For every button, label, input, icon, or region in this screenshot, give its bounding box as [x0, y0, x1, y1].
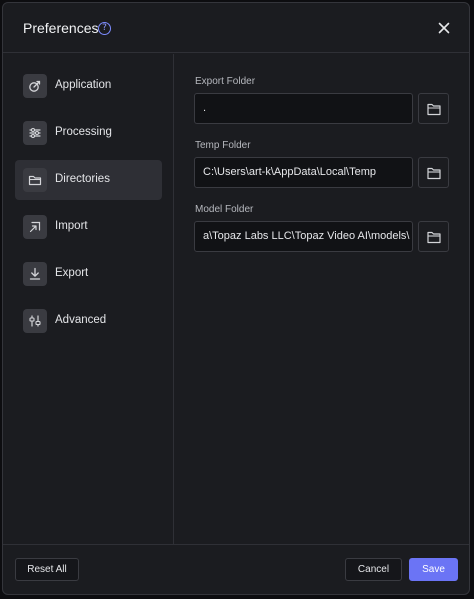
temp-folder-label: Temp Folder [195, 140, 251, 151]
export-folder-label: Export Folder [195, 76, 256, 87]
sidebar-item-label: Advanced [55, 314, 107, 326]
dialog-footer: Reset All Cancel Save [3, 544, 469, 594]
cancel-button[interactable]: Cancel [345, 558, 402, 581]
sidebar: Application Processing Directories Impor… [3, 54, 174, 544]
window-edge [470, 0, 474, 599]
sidebar-item-label: Directories [55, 173, 110, 185]
folder-open-icon [427, 231, 441, 244]
folder-icon [28, 175, 42, 186]
sidebar-item-label: Import [55, 220, 88, 232]
sidebar-item-directories[interactable]: Directories [15, 160, 162, 200]
temp-folder-input[interactable]: C:\Users\art-k\AppData\Local\Temp [194, 157, 413, 188]
sliders-icon [29, 127, 41, 139]
dialog-title: Preferences [23, 20, 99, 36]
application-icon [29, 80, 41, 92]
reset-all-button[interactable]: Reset All [15, 558, 79, 581]
sidebar-item-export[interactable]: Export [15, 254, 162, 294]
close-icon [438, 22, 450, 34]
model-folder-input[interactable]: a\Topaz Labs LLC\Topaz Video AI\models\ [194, 221, 413, 252]
folder-open-icon [427, 103, 441, 116]
sidebar-item-label: Application [55, 79, 112, 91]
sidebar-item-processing[interactable]: Processing [15, 113, 162, 153]
import-icon [29, 221, 41, 233]
temp-folder-browse-button[interactable] [418, 157, 449, 188]
export-folder-input[interactable]: . [194, 93, 413, 124]
sidebar-item-advanced[interactable]: Advanced [15, 301, 162, 341]
save-button[interactable]: Save [409, 558, 458, 581]
dialog-header: Preferences ? [3, 3, 469, 53]
sidebar-item-application[interactable]: Application [15, 66, 162, 106]
folder-open-icon [427, 167, 441, 180]
sidebar-item-label: Export [55, 267, 89, 279]
help-icon[interactable]: ? [98, 22, 111, 35]
advanced-icon [29, 315, 41, 327]
export-folder-browse-button[interactable] [418, 93, 449, 124]
sidebar-item-label: Processing [55, 126, 112, 138]
model-folder-label: Model Folder [195, 204, 254, 215]
download-icon [29, 267, 41, 280]
sidebar-item-import[interactable]: Import [15, 207, 162, 247]
preferences-dialog: Preferences ? Application Processing Dir… [2, 2, 470, 595]
model-folder-browse-button[interactable] [418, 221, 449, 252]
close-button[interactable] [435, 19, 453, 37]
